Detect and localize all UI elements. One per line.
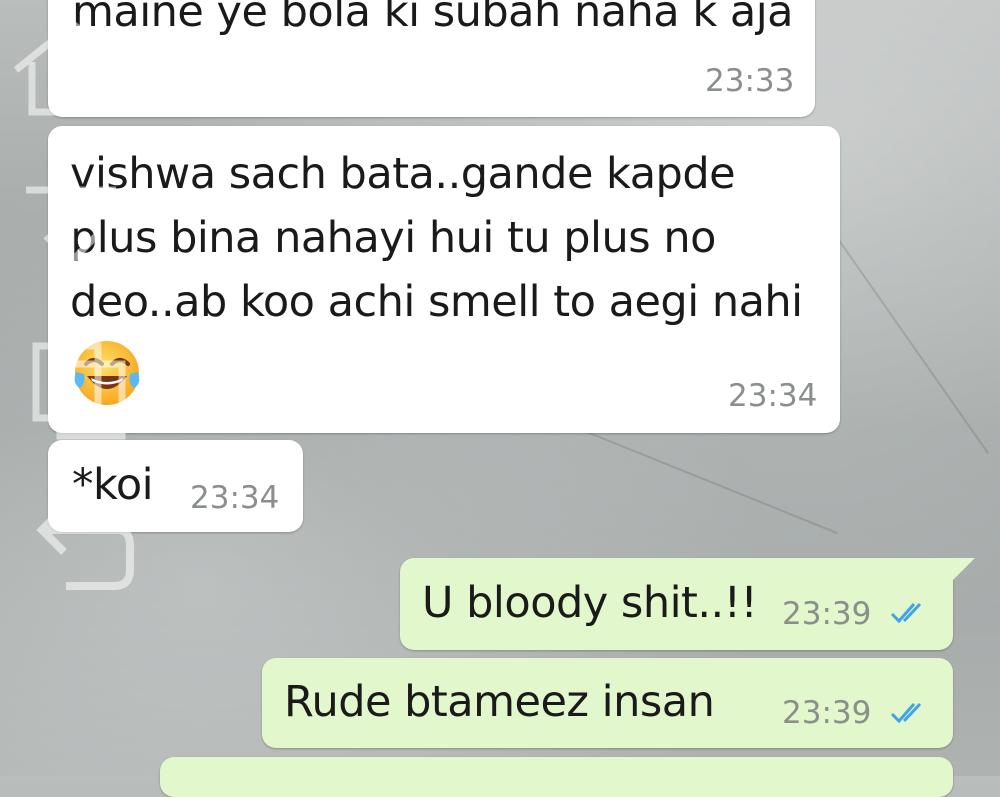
message-bubble-outgoing[interactable]: Rude btameez insan 23:39 bbox=[262, 658, 953, 748]
message-timestamp: 23:34 bbox=[190, 480, 280, 516]
message-timestamp: 23:39 bbox=[782, 695, 872, 731]
message-timestamp: 23:33 bbox=[705, 63, 795, 99]
home-icon[interactable] bbox=[8, 18, 138, 118]
message-text: Rude btameez insan bbox=[284, 677, 715, 727]
message-bubble-incoming[interactable]: vishwa sach bata..gande kapde plus bina … bbox=[48, 126, 840, 433]
download-icon[interactable] bbox=[16, 170, 126, 280]
message-text: U bloody shit..!! bbox=[422, 578, 758, 628]
message-timestamp: 23:39 bbox=[782, 596, 872, 632]
message-bubble-outgoing[interactable]: U bloody shit..!! 23:39 bbox=[400, 558, 953, 650]
message-bubble-incoming[interactable]: maine ye bola ki subah naha k aja 23:33 bbox=[48, 0, 815, 117]
copy-icon[interactable] bbox=[28, 332, 138, 442]
back-icon[interactable] bbox=[26, 490, 136, 600]
message-bubble-outgoing[interactable] bbox=[160, 757, 953, 797]
read-receipt-icon bbox=[890, 702, 922, 724]
bubble-tail bbox=[953, 558, 975, 580]
read-receipt-icon bbox=[890, 602, 922, 624]
message-text: maine ye bola ki subah naha k aja bbox=[72, 0, 794, 37]
message-timestamp: 23:34 bbox=[728, 378, 818, 414]
message-text: vishwa sach bata..gande kapde plus bina … bbox=[70, 149, 803, 327]
